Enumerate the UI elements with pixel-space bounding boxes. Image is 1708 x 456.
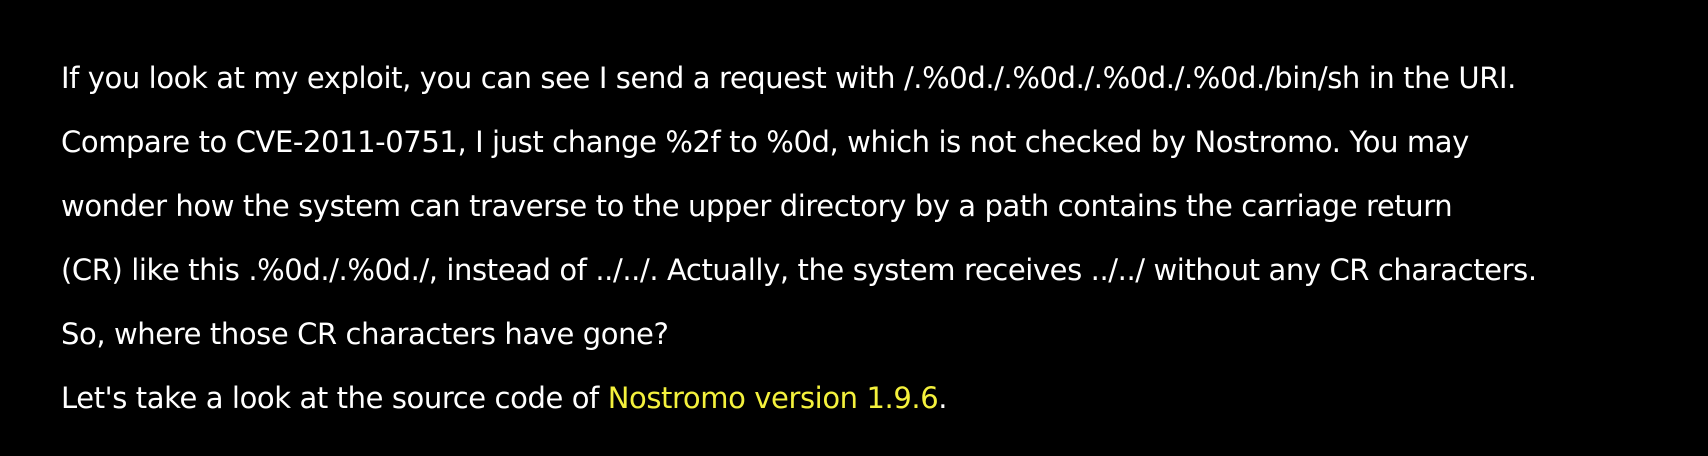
paragraph-source-code-intro: Let's take a look at the source code of … <box>61 366 1701 430</box>
paragraph-line-2: Compare to CVE-2011-0751, I just change … <box>61 125 1469 159</box>
article-body: If you look at my exploit, you can see I… <box>61 46 1701 430</box>
paragraph-line-1: If you look at my exploit, you can see I… <box>61 61 1516 95</box>
nostromo-version-link[interactable]: Nostromo version 1.9.6 <box>608 381 939 415</box>
paragraph-exploit-explanation: If you look at my exploit, you can see I… <box>61 46 1701 366</box>
paragraph-line-5: So, where those CR characters have gone? <box>61 317 669 351</box>
intro-period: . <box>938 381 948 415</box>
intro-text: Let's take a look at the source code of <box>61 381 608 415</box>
paragraph-line-4: (CR) like this .%0d./.%0d./, instead of … <box>61 253 1537 287</box>
paragraph-line-3: wonder how the system can traverse to th… <box>61 189 1453 223</box>
